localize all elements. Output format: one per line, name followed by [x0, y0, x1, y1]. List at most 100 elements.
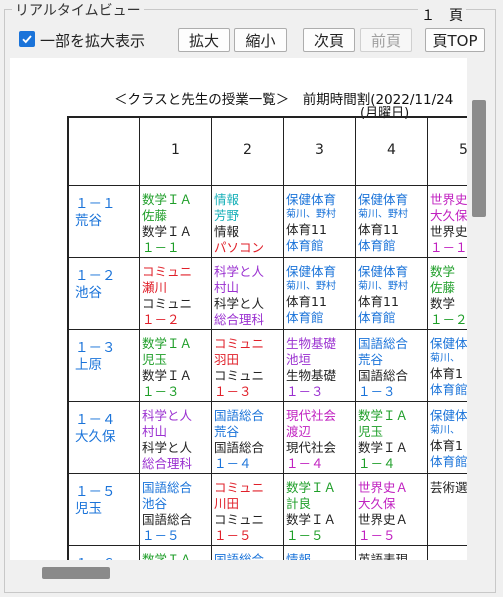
subject-short: 情報: [214, 224, 240, 239]
lesson-cell[interactable]: 数学 佐藤 数学 １－２: [428, 258, 467, 330]
corner-cell: [67, 116, 140, 186]
room-name: １－４: [286, 456, 324, 471]
subject-short: コミュニ: [214, 368, 265, 383]
lesson-cell[interactable]: 数学ＩＡ 児玉 数学ＩＡ １－３: [140, 330, 212, 402]
subject-name: 保健体: [430, 336, 467, 351]
lesson-cell[interactable]: 数学ＩＡ: [140, 546, 212, 560]
teacher-name: 池垣: [286, 352, 312, 367]
lesson-cell[interactable]: 数学ＩＡ 佐藤 数学ＩＡ １－１: [140, 186, 212, 258]
lesson-cell[interactable]: 国語総合 荒谷 国語総合 １－３: [356, 330, 428, 402]
homeroom-teacher: 荒谷: [75, 213, 102, 229]
lesson-cell[interactable]: 国語総合 池谷 国語総合 １－５: [140, 474, 212, 546]
teacher-name: 村山: [214, 280, 240, 295]
subject-short: コミュニ: [142, 296, 193, 311]
vertical-scrollbar-thumb[interactable]: [472, 100, 486, 217]
page-top-button[interactable]: 頁TOP: [425, 28, 485, 52]
room-name: １－５: [358, 528, 396, 543]
lesson-cell[interactable]: 数学ＩＡ 児玉 数学ＩＡ １－４: [356, 402, 428, 474]
zoom-out-button[interactable]: 縮小: [234, 28, 287, 52]
room-name: 体育館: [286, 310, 324, 325]
lesson-cell[interactable]: 保健体育 菊川、野村 体育11 体育館: [284, 186, 356, 258]
lesson-cell[interactable]: 芸術選: [428, 474, 467, 546]
partial-zoom-label[interactable]: 一部を拡大表示: [40, 30, 145, 51]
room-name: １－３: [286, 384, 324, 399]
room-name: １－５: [142, 528, 180, 543]
subject-short: 体育11: [286, 294, 327, 309]
period-header: 2: [212, 116, 284, 186]
lesson-cell[interactable]: 現代社会 渡辺 現代社会 １－４: [284, 402, 356, 474]
lesson-cell[interactable]: 国語総合: [212, 546, 284, 560]
page-number-label: １ 頁: [418, 5, 466, 25]
partial-zoom-checkbox[interactable]: [19, 31, 35, 47]
timetable-viewport[interactable]: ＜クラスと先生の授業一覧＞ 前期時間割(2022/11/24 1 (月曜日) 1…: [10, 58, 467, 560]
lesson-cell[interactable]: 科学と人 村山 科学と人 総合理科: [140, 402, 212, 474]
period-number: 3: [315, 142, 324, 158]
subject-name: 数学ＩＡ: [142, 552, 193, 560]
lesson-cell[interactable]: 世界史Ａ 大久保 世界史Ａ １－５: [356, 474, 428, 546]
class-name: １－１: [75, 196, 116, 212]
period-number: 4: [387, 142, 396, 158]
lesson-cell[interactable]: コミュニ 羽田 コミュニ １－３: [212, 330, 284, 402]
horizontal-scrollbar-thumb[interactable]: [42, 567, 110, 579]
teacher-name: 菊川、: [430, 425, 460, 436]
lesson-cell[interactable]: 英語表現: [356, 546, 428, 560]
teacher-name: 芳野: [214, 208, 240, 223]
period-header: 5: [428, 116, 467, 186]
subject-name: コミュニ: [142, 264, 193, 279]
teacher-name: 渡辺: [286, 424, 312, 439]
panel-title: リアルタイムビュー: [12, 0, 144, 20]
subject-short: 体育1: [430, 438, 463, 453]
subject-name: 英語表現: [358, 552, 409, 560]
teacher-name: 菊川、野村: [358, 281, 408, 292]
subject-name: 科学と人: [214, 264, 265, 279]
lesson-cell[interactable]: 情報: [284, 546, 356, 560]
teacher-name: 菊川、野村: [286, 281, 336, 292]
lesson-cell[interactable]: 世界史 大久保 世界史 １－１: [428, 186, 467, 258]
subject-short: 国語総合: [358, 368, 409, 383]
lesson-cell[interactable]: 数学ＩＡ 計良 数学ＩＡ １－５: [284, 474, 356, 546]
lesson-cell[interactable]: 保健体育 菊川、野村 体育11 体育館: [284, 258, 356, 330]
class-name: １－３: [75, 340, 116, 356]
subject-short: 世界史Ａ: [358, 512, 409, 527]
subject-short: 体育11: [358, 222, 399, 237]
lesson-cell[interactable]: 科学と人 村山 科学と人 総合理科: [212, 258, 284, 330]
subject-short: 国語総合: [214, 440, 265, 455]
lesson-cell[interactable]: コミュニ 川田 コミュニ １－５: [212, 474, 284, 546]
lesson-cell[interactable]: 国語総合 荒谷 国語総合 １－４: [212, 402, 284, 474]
prev-page-button[interactable]: 前頁: [360, 28, 412, 52]
room-name: １－３: [358, 384, 396, 399]
subject-short: 国語総合: [142, 512, 193, 527]
lesson-cell[interactable]: 生物基礎 池垣 生物基礎 １－３: [284, 330, 356, 402]
subject-short: 数学ＩＡ: [142, 368, 193, 383]
teacher-name: 佐藤: [142, 208, 168, 223]
subject-name: 数学: [430, 264, 456, 279]
lesson-cell[interactable]: 保健体 菊川、 体育1 体育館: [428, 330, 467, 402]
teacher-name: 児玉: [142, 352, 168, 367]
zoom-in-button[interactable]: 拡大: [178, 28, 230, 52]
subject-name: 数学ＩＡ: [142, 192, 193, 207]
teacher-name: 菊川、野村: [358, 209, 408, 220]
lesson-cell[interactable]: コミュニ 瀬川 コミュニ １－２: [140, 258, 212, 330]
class-name: １－６: [69, 546, 139, 560]
class-row-header: １－４ 大久保: [67, 402, 140, 474]
room-name: 体育館: [430, 454, 467, 469]
teacher-name: 川田: [214, 496, 240, 511]
teacher-name: 菊川、野村: [286, 209, 336, 220]
subject-name: コミュニ: [214, 336, 265, 351]
next-page-button[interactable]: 次頁: [303, 28, 355, 52]
lesson-cell[interactable]: [428, 546, 467, 560]
subject-short: 体育11: [358, 294, 399, 309]
lesson-cell[interactable]: 保健体育 菊川、野村 体育11 体育館: [356, 186, 428, 258]
subject-short: 科学と人: [214, 296, 265, 311]
period-header: 1: [140, 116, 212, 186]
subject-name: 科学と人: [142, 408, 193, 423]
lesson-cell[interactable]: 保健体 菊川、 体育1 体育館: [428, 402, 467, 474]
room-name: １－５: [214, 528, 252, 543]
lesson-cell[interactable]: 保健体育 菊川、野村 体育11 体育館: [356, 258, 428, 330]
teacher-name: 羽田: [214, 352, 240, 367]
room-name: 体育館: [358, 238, 396, 253]
subject-short: 芸術選: [430, 480, 467, 495]
timetable-title: ＜クラスと先生の授業一覧＞ 前期時間割(2022/11/24 1: [114, 92, 467, 108]
lesson-cell[interactable]: 情報 芳野 情報 パソコン: [212, 186, 284, 258]
subject-name: 情報: [286, 552, 312, 560]
